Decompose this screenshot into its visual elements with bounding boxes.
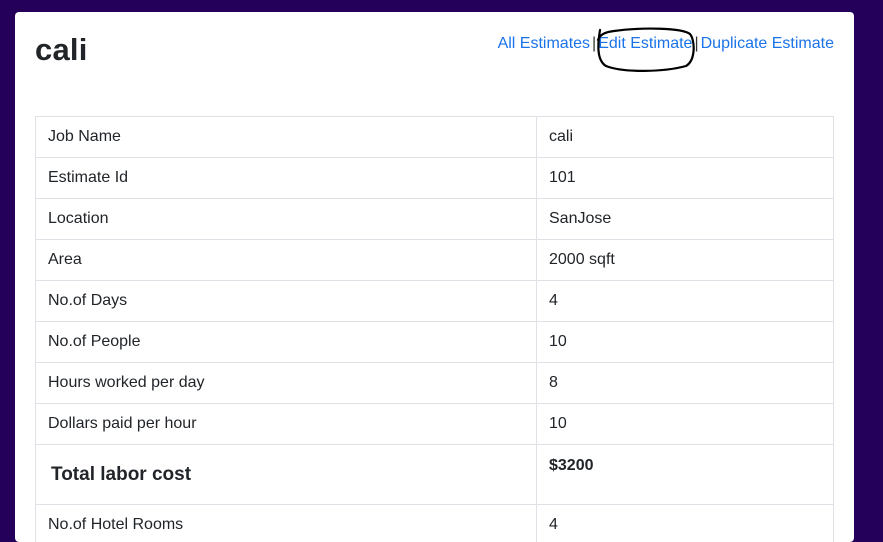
total-labor-cost-row: Total labor cost $3200 [36, 445, 834, 505]
row-value: 2000 sqft [537, 240, 834, 281]
table-row: Job Name cali [36, 117, 834, 158]
row-label: No.of Days [36, 281, 537, 322]
row-value: 4 [537, 505, 834, 542]
nav-separator: | [592, 35, 596, 52]
all-estimates-link[interactable]: All Estimates [498, 35, 590, 52]
nav-separator: | [694, 35, 698, 52]
table-row: Hours worked per day 8 [36, 363, 834, 404]
page-title: cali [35, 32, 88, 68]
row-label: Dollars paid per hour [36, 404, 537, 445]
row-value: 8 [537, 363, 834, 404]
table-row: Estimate Id 101 [36, 158, 834, 199]
table-row: Area 2000 sqft [36, 240, 834, 281]
row-label: Area [36, 240, 537, 281]
row-value: 10 [537, 404, 834, 445]
row-label: No.of Hotel Rooms [36, 505, 537, 542]
table-row: No.of People 10 [36, 322, 834, 363]
estimate-details-table: Job Name cali Estimate Id 101 Location S… [35, 116, 834, 542]
row-label: Job Name [36, 117, 537, 158]
total-value: $3200 [537, 445, 834, 505]
row-value: 101 [537, 158, 834, 199]
row-label: Hours worked per day [36, 363, 537, 404]
estimate-nav: All Estimates|Edit Estimate|Duplicate Es… [498, 35, 834, 53]
row-value: SanJose [537, 199, 834, 240]
table-row: No.of Days 4 [36, 281, 834, 322]
estimate-card: cali All Estimates|Edit Estimate|Duplica… [15, 12, 854, 542]
row-value: cali [537, 117, 834, 158]
total-label: Total labor cost [36, 445, 537, 505]
table-row: Location SanJose [36, 199, 834, 240]
row-value: 10 [537, 322, 834, 363]
table-row: No.of Hotel Rooms 4 [36, 505, 834, 542]
edit-estimate-link[interactable]: Edit Estimate [598, 35, 692, 52]
row-label: Estimate Id [36, 158, 537, 199]
row-value: 4 [537, 281, 834, 322]
row-label: No.of People [36, 322, 537, 363]
duplicate-estimate-link[interactable]: Duplicate Estimate [701, 35, 834, 52]
table-row: Dollars paid per hour 10 [36, 404, 834, 445]
row-label: Location [36, 199, 537, 240]
